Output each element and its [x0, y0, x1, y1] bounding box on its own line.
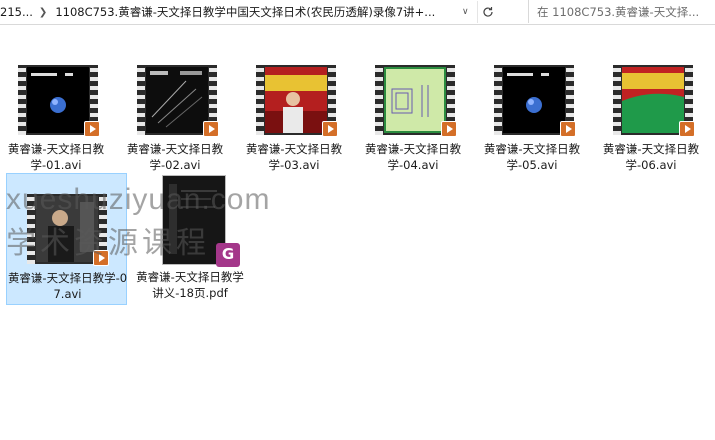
pdf-app-icon: G: [216, 243, 240, 267]
file-name: 黄睿谦-天文择日教学-01.avi: [7, 142, 105, 172]
file-name: 黄睿谦-天文择日教学讲义-18页.pdf: [136, 270, 244, 300]
video-thumbnail: [137, 65, 219, 137]
play-badge-icon: [203, 121, 219, 137]
play-badge-icon: [84, 121, 100, 137]
file-item-04[interactable]: 黄睿谦-天文择日教学-04.avi: [363, 33, 463, 172]
file-name: 黄睿谦-天文择日教学-05.avi: [483, 142, 581, 172]
play-badge-icon: [322, 121, 338, 137]
file-name: 黄睿谦-天文择日教学-02.avi: [126, 142, 224, 172]
file-item-02[interactable]: 黄睿谦-天文择日教学-02.avi: [125, 33, 225, 172]
video-thumbnail: [256, 65, 338, 137]
chevron-right-icon: ❯: [38, 6, 48, 18]
file-name: 黄睿谦-天文择日教学-03.avi: [245, 142, 343, 172]
file-view[interactable]: 黄睿谦-天文择日教学-01.avi 黄睿谦-天文择日教学-02.avi 黄睿谦-…: [0, 25, 715, 440]
breadcrumb-current[interactable]: 1108C753.黄睿谦-天文择日教学中国天文择日术(农民历透解)录像7讲+..…: [55, 4, 445, 20]
video-thumbnail: [27, 194, 109, 266]
play-badge-icon: [93, 250, 109, 266]
file-name: 黄睿谦-天文择日教学-06.avi: [602, 142, 700, 172]
file-item-06[interactable]: 黄睿谦-天文择日教学-06.avi: [601, 33, 701, 172]
file-item-03[interactable]: 黄睿谦-天文择日教学-03.avi: [244, 33, 344, 172]
play-badge-icon: [679, 121, 695, 137]
play-badge-icon: [441, 121, 457, 137]
refresh-icon[interactable]: [477, 1, 498, 23]
file-item-05[interactable]: 黄睿谦-天文择日教学-05.avi: [482, 33, 582, 172]
video-thumbnail: [18, 65, 100, 137]
play-badge-icon: [560, 121, 576, 137]
file-name: 黄睿谦-天文择日教学-04.avi: [364, 142, 462, 172]
video-thumbnail: [494, 65, 576, 137]
video-thumbnail: [375, 65, 457, 137]
video-thumbnail: [613, 65, 695, 137]
file-item-07[interactable]: 黄睿谦-天文择日教学-07.avi: [6, 173, 127, 305]
file-name: 黄睿谦-天文择日教学-07.avi: [7, 271, 128, 301]
search-placeholder: 在 1108C753.黄睿谦-天文择...: [537, 4, 700, 19]
chevron-down-icon[interactable]: ∨: [455, 7, 475, 17]
breadcrumb-prev[interactable]: 215...: [0, 5, 33, 19]
search-input[interactable]: 在 1108C753.黄睿谦-天文择...: [528, 0, 715, 23]
file-item-pdf[interactable]: G 黄睿谦-天文择日教学讲义-18页.pdf: [135, 173, 245, 303]
file-item-01[interactable]: 黄睿谦-天文择日教学-01.avi: [6, 33, 106, 172]
